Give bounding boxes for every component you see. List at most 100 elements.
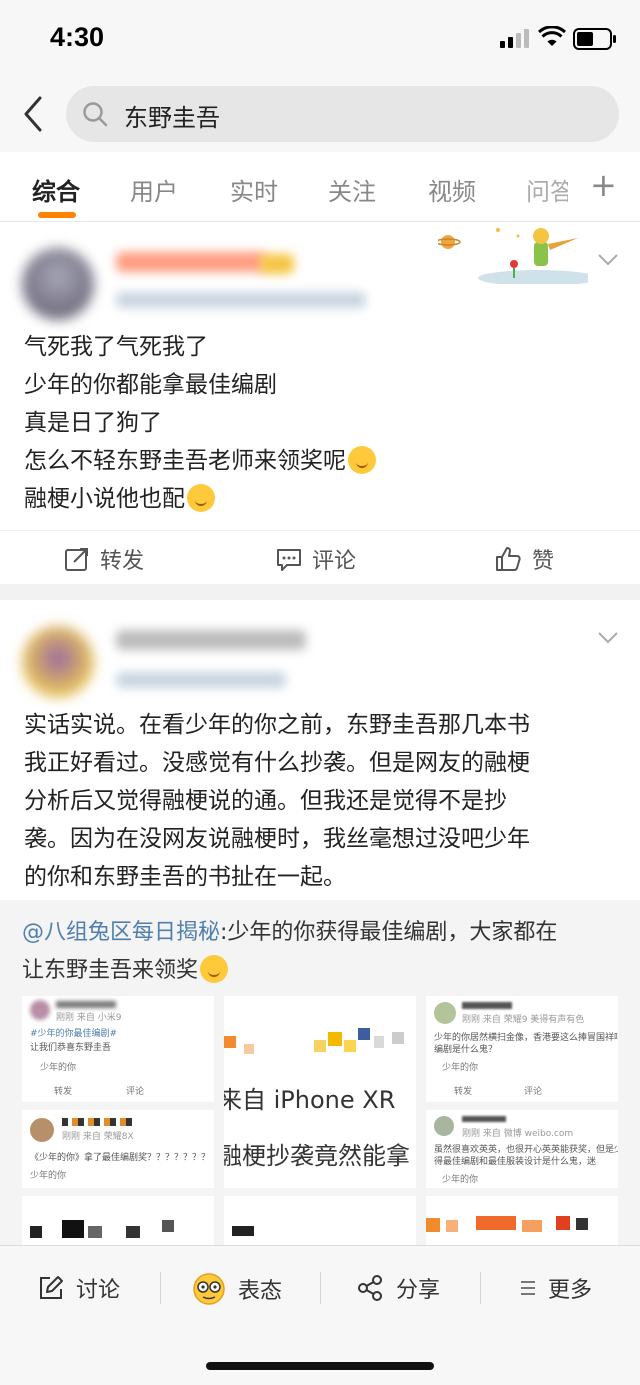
tab-video[interactable]: 视频 <box>428 172 476 207</box>
like-button[interactable]: 赞 <box>494 543 554 575</box>
image-thumbnail[interactable]: 刚刚 来自 荣耀8X 《少年的你》拿了最佳编剧奖？？？？？？？ 少年的你 <box>22 1110 214 1188</box>
pixel-block <box>88 1226 102 1238</box>
pixel-block <box>224 1036 236 1048</box>
comment-label: 评论 <box>312 549 357 574</box>
pixel-block <box>328 1032 342 1046</box>
thumb-from: 少年的你 <box>442 1175 479 1185</box>
share-button[interactable]: 分享 <box>356 1272 440 1304</box>
pixel-block <box>344 1040 356 1052</box>
active-tab-indicator <box>38 212 76 218</box>
post-line: 袭。因为在没网友说融梗时，我丝毫想过没吧少年 <box>24 826 530 852</box>
more-button[interactable]: 更多 <box>520 1272 592 1304</box>
battery-icon <box>573 28 616 50</box>
home-indicator[interactable] <box>206 1362 434 1370</box>
thumb-from: 少年的你 <box>442 1063 479 1073</box>
thumb-avatar <box>434 1002 456 1024</box>
pixel-block <box>30 1226 42 1238</box>
pixel-block <box>358 1028 370 1040</box>
thumb-text: 编剧是什么鬼？ <box>434 1045 498 1055</box>
image-thumbnail[interactable] <box>426 1196 618 1245</box>
tab-following[interactable]: 关注 <box>328 172 376 207</box>
pixel-block <box>374 1036 384 1048</box>
post-line: 融梗小说他也配 <box>24 486 185 512</box>
attitude-button[interactable]: 表态 <box>192 1272 282 1306</box>
thumb-source: 刚刚 来自 荣耀9 美得有声有色 <box>462 1015 585 1025</box>
image-thumbnail[interactable]: 刚刚 来自 小米9 #少年的你最佳编剧# 让我们恭喜东野圭吾 少年的你 转发 评… <box>22 996 214 1102</box>
add-tab-icon[interactable]: + <box>590 166 617 204</box>
thumb-comment: 评论 <box>524 1087 543 1097</box>
image-thumbnail[interactable] <box>22 1196 214 1245</box>
pixel-block <box>446 1220 458 1232</box>
thumb-avatar <box>30 1118 54 1142</box>
share-label: 分享 <box>396 1278 441 1303</box>
thumb-source: 刚刚 来自 小米9 <box>56 1013 122 1023</box>
chevron-down-icon[interactable] <box>598 632 618 644</box>
post-body: 实话实说。在看少年的你之前，东野圭吾那几本书 我正好看过。没感觉有什么抄袭。但是… <box>24 706 530 896</box>
thumb-overlay-text: 来自 iPhone XR <box>224 1086 396 1114</box>
pixel-block <box>576 1218 588 1230</box>
thumb-text: 得最佳编剧和最佳服装设计是什么鬼，迷 <box>434 1157 597 1167</box>
divider <box>160 1272 161 1304</box>
divider <box>480 1272 481 1304</box>
divider <box>320 1272 321 1304</box>
discuss-button[interactable]: 讨论 <box>38 1272 120 1304</box>
post-line: 真是日了狗了 <box>24 410 162 436</box>
pixel-block <box>476 1216 516 1230</box>
thumb-source: 刚刚 来自 荣耀8X <box>62 1132 134 1142</box>
discuss-label: 讨论 <box>76 1278 121 1303</box>
thumb-username-blurred <box>462 1002 512 1009</box>
thumb-username-blurred <box>462 1116 506 1122</box>
more-label: 更多 <box>548 1278 593 1303</box>
comment-button[interactable]: 评论 <box>276 543 356 575</box>
image-thumbnail[interactable]: 刚刚 来自 微博 weibo.com 虽然很喜欢英英，也很开心英英能获奖，但是少… <box>426 1110 618 1188</box>
post-line: 实话实说。在看少年的你之前，东野圭吾那几本书 <box>24 712 530 738</box>
search-query[interactable]: 东野圭吾 <box>124 98 220 133</box>
pixel-block <box>314 1040 326 1052</box>
avatar[interactable] <box>22 626 94 698</box>
thumb-overlay-text: 融梗抄袭竟然能拿 <box>224 1142 410 1170</box>
repost-text-line: 让东野圭吾来领奖 <box>22 958 199 983</box>
tab-bar: 综合 用户 实时 关注 视频 问答 + <box>0 152 640 222</box>
post-line: 少年的你都能拿最佳编剧 <box>24 372 277 398</box>
chevron-down-icon[interactable] <box>598 254 618 266</box>
repost-button[interactable]: 转发 <box>64 543 144 575</box>
image-thumbnail[interactable] <box>224 1196 416 1245</box>
pixel-block <box>244 1044 254 1054</box>
repost-author-link[interactable]: @八组兔区每日揭秘 <box>22 920 220 945</box>
post-meta-blurred <box>116 292 366 308</box>
tab-qa[interactable]: 问答 <box>526 172 568 207</box>
little-prince-decoration-icon <box>438 228 588 284</box>
post-line: 分析后又觉得融梗说的通。但我还是觉得不是抄 <box>24 788 507 814</box>
user-badge-blurred <box>260 254 294 274</box>
avatar[interactable] <box>22 248 94 320</box>
edit-icon <box>40 1276 63 1299</box>
attitude-label: 表态 <box>238 1279 283 1304</box>
thumb-source: 刚刚 来自 微博 weibo.com <box>462 1129 574 1139</box>
search-icon <box>83 102 108 127</box>
username-blurred[interactable] <box>116 630 306 650</box>
post-line: 怎么不轻东野圭吾老师来领奖呢 <box>24 448 346 474</box>
back-arrow-icon[interactable] <box>18 94 48 134</box>
pixel-block <box>126 1226 140 1238</box>
thumb-comment: 评论 <box>126 1087 145 1097</box>
image-thumbnail[interactable]: 刚刚 来自 荣耀9 美得有声有色 少年的你居然横扫金像，香港要这么捧冒国祥吗？最… <box>426 996 618 1102</box>
search-input[interactable]: 东野圭吾 <box>66 86 619 142</box>
image-thumbnail[interactable]: 来自 iPhone XR 融梗抄袭竟然能拿 <box>224 996 416 1188</box>
yum-face-emoji-icon <box>200 955 229 983</box>
pixel-block <box>556 1216 570 1230</box>
repost-text: @八组兔区每日揭秘:少年的你获得最佳编剧，大家都在 让东野圭吾来领奖 <box>22 914 622 990</box>
pixel-block <box>426 1218 440 1232</box>
reposted-content[interactable]: @八组兔区每日揭秘:少年的你获得最佳编剧，大家都在 让东野圭吾来领奖 刚刚 来自… <box>0 900 640 1245</box>
cellular-signal-icon <box>500 29 529 48</box>
tab-comprehensive[interactable]: 综合 <box>32 172 80 207</box>
repost-text-line: :少年的你获得最佳编剧，大家都在 <box>220 920 558 945</box>
tab-users[interactable]: 用户 <box>130 172 178 207</box>
thumb-text: 让我们恭喜东野圭吾 <box>30 1043 112 1053</box>
like-label: 赞 <box>532 549 555 574</box>
menu-icon <box>521 1281 535 1295</box>
emoji-face-icon <box>193 1273 225 1305</box>
comment-icon <box>277 549 301 571</box>
post-line: 我正好看过。没感觉有什么抄袭。但是网友的融梗 <box>24 750 530 776</box>
username-blurred[interactable] <box>116 252 266 272</box>
tab-realtime[interactable]: 实时 <box>230 172 278 207</box>
